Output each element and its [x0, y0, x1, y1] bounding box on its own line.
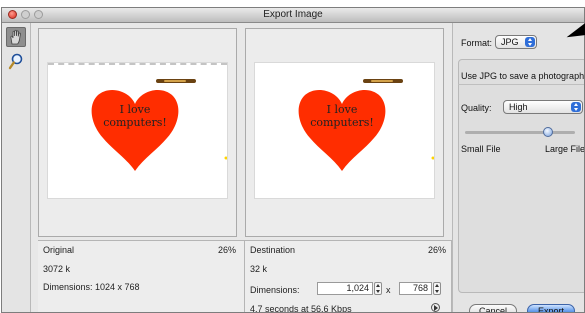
heart-caption-line-1: I love	[326, 103, 358, 116]
destination-zoom: 26%	[427, 245, 446, 255]
dimensions-label: Dimensions:	[250, 285, 300, 295]
format-label: Format:	[461, 38, 493, 48]
height-field[interactable]: 768	[399, 282, 432, 295]
original-info-panel: Original 26% 3072 k Dimensions: 1024 x 7…	[38, 240, 245, 312]
divider	[458, 84, 584, 85]
destination-info-panel: Destination 26% 32 k Dimensions: 1,024 x…	[245, 240, 452, 313]
export-button[interactable]: Export	[527, 304, 575, 312]
hand-icon	[10, 29, 21, 45]
quality-slider-knob[interactable]	[542, 127, 553, 137]
heart-caption-line-2: computers!	[103, 116, 167, 129]
window-title: Export Image	[263, 9, 323, 20]
format-tip: Use JPG to save a photograph.	[461, 71, 585, 81]
original-preview-pane[interactable]: I love computers!	[38, 28, 237, 237]
select-arrows-icon	[571, 102, 581, 112]
large-file-label: Large File	[545, 144, 585, 154]
title-bar: Export Image	[2, 8, 584, 23]
quality-value: High	[509, 102, 528, 112]
format-options-sidebar: Format: JPG Use JPG to save a photograph…	[452, 23, 585, 312]
quality-select[interactable]: High	[503, 100, 583, 114]
times-symbol: x	[386, 285, 391, 295]
yellow-dot	[431, 156, 434, 160]
height-stepper[interactable]	[433, 282, 441, 295]
export-image-window: Export Image I love computers! I love co…	[1, 7, 585, 313]
quality-slider[interactable]	[465, 131, 575, 134]
original-image: I love computers!	[48, 63, 227, 198]
small-file-label: Small File	[461, 144, 501, 154]
heart-caption: I love computers!	[90, 103, 180, 129]
destination-preview-pane[interactable]: I love computers!	[245, 28, 444, 237]
heart-graphic	[298, 79, 434, 171]
destination-size: 32 k	[250, 264, 268, 274]
destination-image: I love computers!	[255, 63, 434, 198]
heart-caption: I love computers!	[297, 103, 387, 129]
heart-graphic	[91, 79, 227, 171]
tool-strip	[2, 23, 31, 312]
quality-label: Quality:	[461, 103, 492, 113]
transfer-estimate: 4.7 seconds at 56.6 Kbps	[250, 304, 352, 313]
format-value: JPG	[501, 37, 519, 47]
original-zoom: 26%	[217, 245, 236, 255]
zoom-tool-button[interactable]	[8, 53, 24, 73]
format-options-group	[458, 59, 584, 293]
cancel-button[interactable]: Cancel	[469, 304, 517, 312]
hand-tool-button[interactable]	[6, 27, 26, 47]
heart-caption-line-1: I love	[119, 103, 151, 116]
destination-label: Destination	[250, 245, 296, 255]
select-arrows-icon	[525, 37, 535, 47]
original-size: 3072 k	[43, 264, 71, 274]
yellow-dot	[224, 156, 227, 160]
original-dimensions: Dimensions: 1024 x 768	[43, 282, 140, 292]
original-label: Original	[43, 245, 75, 255]
play-icon[interactable]	[431, 303, 440, 312]
heart-caption-line-2: computers!	[310, 116, 374, 129]
width-field[interactable]: 1,024	[317, 282, 373, 295]
width-stepper[interactable]	[374, 282, 382, 295]
magnifier-icon	[8, 53, 23, 70]
format-select[interactable]: JPG	[495, 35, 537, 49]
